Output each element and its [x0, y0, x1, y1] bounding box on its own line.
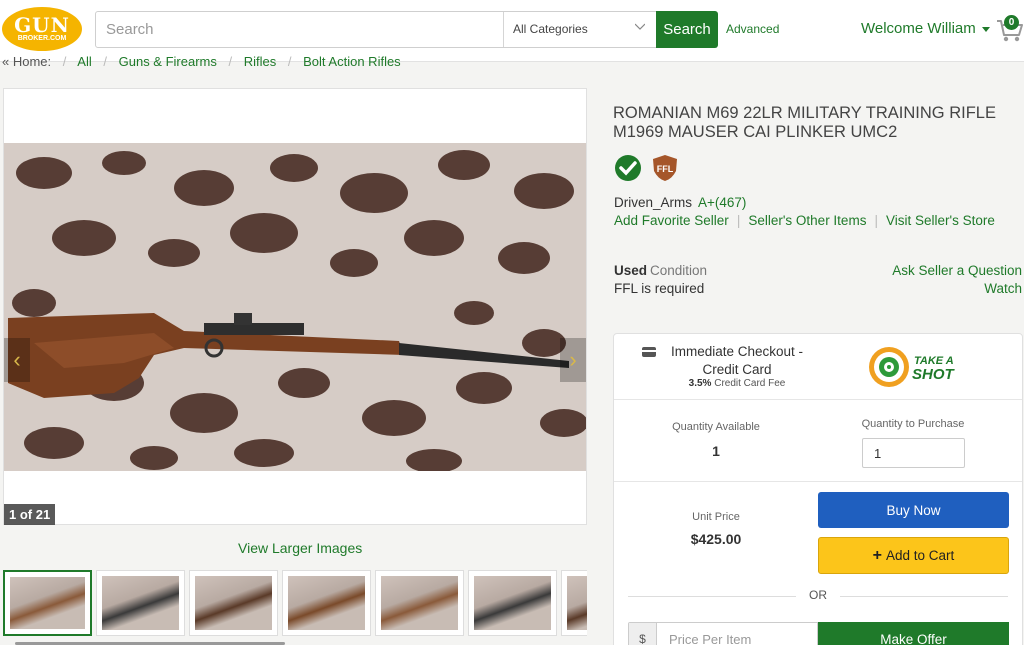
thumbnail-photo	[195, 576, 272, 630]
breadcrumb-item[interactable]: Rifles	[244, 54, 277, 68]
category-select[interactable]: All Categories	[503, 12, 656, 47]
thumbnail-image[interactable]	[3, 570, 92, 636]
breadcrumb-home[interactable]: « Home:	[2, 54, 51, 68]
caret-down-icon	[981, 26, 990, 32]
next-image-arrow[interactable]: ›	[560, 338, 586, 382]
chevron-down-icon	[635, 23, 645, 30]
add-favorite-seller-link[interactable]: Add Favorite Seller	[614, 213, 729, 228]
or-text: OR	[809, 588, 827, 602]
seller-rating[interactable]: A+(467)	[698, 195, 746, 210]
quantity-section: Quantity Available 1 Quantity to Purchas…	[614, 401, 1022, 482]
thumbnail-photo	[567, 576, 587, 630]
prev-image-arrow[interactable]: ‹	[4, 338, 30, 382]
breadcrumb-separator: /	[228, 54, 233, 68]
seller-links: Add Favorite Seller | Seller's Other Items…	[614, 213, 995, 228]
link-divider: |	[736, 213, 741, 228]
ffl-badge-icon: FFL	[653, 155, 677, 181]
plus-icon: +	[872, 546, 883, 564]
make-offer-button[interactable]: Make Offer	[818, 622, 1009, 645]
credit-card-icon	[642, 347, 656, 357]
breadcrumb-separator: /	[287, 54, 292, 68]
thumbnail-image[interactable]	[468, 570, 557, 636]
breadcrumb-separator: /	[62, 54, 67, 68]
thumbnail-strip	[3, 570, 587, 638]
ffl-badge-text: FFL	[657, 164, 674, 174]
breadcrumb-separator: /	[103, 54, 107, 68]
ffl-required-text: FFL is required	[614, 281, 705, 296]
user-menu[interactable]: Welcome William	[861, 20, 990, 37]
add-to-cart-button[interactable]: + Add to Cart	[818, 537, 1009, 574]
currency-addon: $	[629, 623, 657, 645]
breadcrumb: « Home: / All / Guns & Firearms / Rifles…	[2, 54, 401, 68]
thumbnail-image[interactable]	[96, 570, 185, 636]
search-button[interactable]: Search	[656, 11, 718, 48]
advanced-search-link[interactable]: Advanced	[726, 22, 779, 36]
breadcrumb-item[interactable]: All	[77, 54, 91, 68]
seller-name[interactable]: Driven_Arms	[614, 195, 692, 210]
credit-card-fee: 3.5% Credit Card Fee	[662, 378, 812, 389]
thumbnail-photo	[10, 577, 85, 629]
watch-link[interactable]: Watch	[984, 281, 1022, 296]
breadcrumb-item[interactable]: Guns & Firearms	[119, 54, 217, 68]
image-gallery: ‹ ›	[3, 88, 587, 525]
cart-count-badge: 0	[1004, 15, 1019, 30]
condition-label: Condition	[650, 263, 708, 278]
immediate-checkout-label: Immediate Checkout - Credit Card	[670, 344, 804, 377]
condition-value: Used	[614, 263, 648, 278]
item-condition: Used Condition	[614, 263, 707, 278]
add-to-cart-label: Add to Cart	[886, 548, 955, 563]
checkout-info: Immediate Checkout - Credit Card 3.5% Cr…	[614, 334, 1022, 400]
seller-other-items-link[interactable]: Seller's Other Items	[748, 213, 866, 228]
image-counter: 1 of 21	[4, 504, 56, 525]
offer-price-group: $	[628, 622, 818, 645]
welcome-text: Welcome William	[861, 20, 976, 37]
breadcrumb-item[interactable]: Bolt Action Rifles	[303, 54, 401, 68]
thumbnail-image[interactable]	[561, 570, 587, 636]
category-select-value: All Categories	[513, 22, 588, 36]
or-divider: OR	[628, 588, 1008, 604]
listing-title: ROMANIAN M69 22LR MILITARY TRAINING RIFL…	[613, 104, 996, 141]
visit-seller-store-link[interactable]: Visit Seller's Store	[886, 213, 995, 228]
thumbnail-photo	[381, 576, 458, 630]
ask-seller-question-link[interactable]: Ask Seller a Question	[892, 263, 1022, 278]
thumbnail-image[interactable]	[375, 570, 464, 636]
take-a-shot-logo[interactable]: TAKE A SHOT	[868, 344, 960, 390]
seller-info: Driven_Arms A+(467)	[614, 195, 746, 210]
quantity-to-purchase-label: Quantity to Purchase	[861, 418, 965, 430]
rifle-photo	[4, 143, 586, 471]
divider-line	[840, 596, 1008, 597]
gunbroker-logo[interactable]: GUN BROKER.COM	[2, 7, 82, 51]
thumbnail-image[interactable]	[189, 570, 278, 636]
buy-now-button[interactable]: Buy Now	[818, 492, 1009, 528]
unit-price-label: Unit Price	[692, 511, 740, 523]
view-larger-images-link[interactable]: View Larger Images	[238, 540, 362, 556]
link-divider: |	[874, 213, 878, 228]
unit-price-value: $425.00	[690, 531, 742, 547]
divider-line	[628, 596, 796, 597]
search-bar: All Categories Search	[95, 11, 718, 48]
price-per-item-input[interactable]	[657, 623, 817, 645]
thumbnail-photo	[474, 576, 551, 630]
fee-label: Credit Card Fee	[714, 378, 786, 389]
thumbnail-image[interactable]	[282, 570, 371, 636]
thumbnail-photo	[102, 576, 179, 630]
thumbnail-photo	[288, 576, 365, 630]
site-header: GUN BROKER.COM All Categories Search Adv…	[0, 0, 1024, 62]
quantity-available-value: 1	[712, 443, 720, 459]
take-a-shot-line2: SHOT	[912, 366, 956, 383]
verified-check-icon	[615, 155, 641, 181]
logo-text: GUN	[14, 12, 70, 37]
quantity-to-purchase-input[interactable]	[862, 438, 965, 468]
purchase-box: Immediate Checkout - Credit Card 3.5% Cr…	[613, 333, 1023, 645]
search-input[interactable]	[96, 12, 503, 47]
quantity-available-label: Quantity Available	[672, 421, 760, 433]
logo-subtext: BROKER.COM	[17, 34, 67, 42]
main-product-image[interactable]: ‹ ›	[4, 143, 586, 471]
fee-rate: 3.5%	[688, 378, 712, 389]
